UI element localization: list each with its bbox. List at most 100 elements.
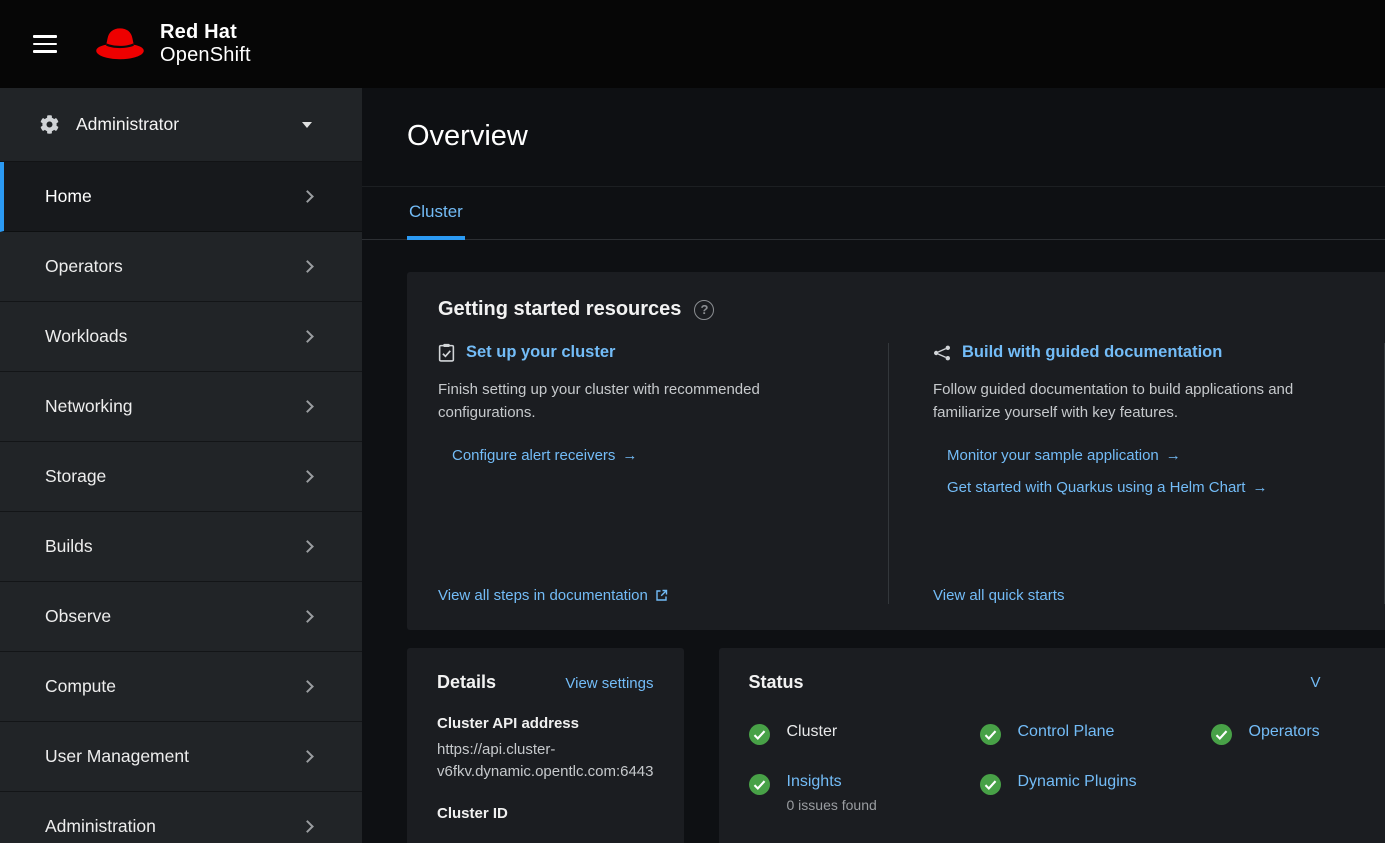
nav-label: Networking <box>45 396 133 417</box>
perspective-switcher[interactable]: Administrator <box>0 88 362 162</box>
chevron-right-icon <box>301 540 314 553</box>
guided-documentation-description: Follow guided documentation to build app… <box>933 378 1344 425</box>
nav-label: Builds <box>45 536 93 557</box>
chevron-right-icon <box>301 680 314 693</box>
details-header: Details View settings <box>437 672 654 693</box>
sidebar-item-networking[interactable]: Networking <box>0 372 362 442</box>
status-item-text: Dynamic Plugins <box>1018 773 1137 791</box>
clipboard-check-icon <box>438 343 455 362</box>
sidebar-item-observe[interactable]: Observe <box>0 582 362 652</box>
nav-items: Home Operators Workloads Networking Stor… <box>0 162 362 843</box>
nav-label: Workloads <box>45 326 127 347</box>
monitor-sample-application-link[interactable]: Monitor your sample application → <box>947 447 1344 464</box>
sidebar-item-compute[interactable]: Compute <box>0 652 362 722</box>
gear-icon <box>40 115 59 134</box>
check-circle-icon <box>980 724 1001 745</box>
insights-link[interactable]: Insights <box>787 773 842 790</box>
nav-toggle-button[interactable] <box>33 33 59 55</box>
redhat-openshift-logo[interactable]: Red Hat OpenShift <box>93 21 251 67</box>
cluster-id-label: Cluster ID <box>437 805 654 822</box>
check-circle-icon <box>749 724 770 745</box>
sidebar-item-administration[interactable]: Administration <box>0 792 362 843</box>
status-header: Status <box>749 672 1385 693</box>
sidebar-item-builds[interactable]: Builds <box>0 512 362 582</box>
chevron-right-icon <box>301 470 314 483</box>
details-card: Details View settings Cluster API addres… <box>407 648 684 843</box>
dynamic-plugins-link[interactable]: Dynamic Plugins <box>1018 773 1137 790</box>
guided-documentation-links: Monitor your sample application → Get st… <box>933 447 1344 496</box>
chevron-right-icon <box>301 400 314 413</box>
chevron-right-icon <box>301 190 314 203</box>
getting-started-columns: Set up your cluster Finish setting up yo… <box>438 343 1385 604</box>
sidebar-item-user-management[interactable]: User Management <box>0 722 362 792</box>
perspective-label: Administrator <box>76 114 179 135</box>
chevron-right-icon <box>301 260 314 273</box>
operators-link[interactable]: Operators <box>1249 723 1320 740</box>
arrow-right-icon: → <box>1166 447 1181 464</box>
status-item-text: Control Plane <box>1018 723 1115 741</box>
route-icon <box>933 345 951 361</box>
nav-label: Home <box>45 186 92 207</box>
view-all-steps-link[interactable]: View all steps in documentation <box>438 567 848 604</box>
cards-row: Details View settings Cluster API addres… <box>407 648 1385 843</box>
getting-started-title: Getting started resources <box>438 298 681 321</box>
insights-issues-count: 0 issues found <box>787 797 877 813</box>
check-circle-icon <box>749 774 770 795</box>
sidebar-item-storage[interactable]: Storage <box>0 442 362 512</box>
sidebar-item-operators[interactable]: Operators <box>0 232 362 302</box>
status-title: Status <box>749 672 804 693</box>
status-view-alerts-link-truncated[interactable]: V <box>1311 674 1321 691</box>
status-item-dynamic-plugins: Dynamic Plugins <box>980 773 1211 813</box>
main-content: Overview Cluster Getting started resourc… <box>362 88 1385 843</box>
guided-documentation-heading: Build with guided documentation <box>933 343 1344 362</box>
openshift-console: Red Hat OpenShift Administrator Home Ope… <box>0 0 1385 843</box>
setup-cluster-links: Configure alert receivers → <box>438 447 848 464</box>
status-item-cluster: Cluster <box>749 723 980 745</box>
chevron-right-icon <box>301 820 314 833</box>
sidebar-item-workloads[interactable]: Workloads <box>0 302 362 372</box>
link-label: View all quick starts <box>933 587 1064 604</box>
check-circle-icon <box>980 774 1001 795</box>
overview-content: Getting started resources ? Se <box>362 240 1385 843</box>
brand-openshift: OpenShift <box>160 44 251 67</box>
view-settings-link[interactable]: View settings <box>565 675 653 692</box>
tab-bar: Cluster <box>362 187 1385 240</box>
tab-cluster[interactable]: Cluster <box>407 187 465 240</box>
check-circle-icon <box>1211 724 1232 745</box>
nav-label: Storage <box>45 466 106 487</box>
caret-down-icon <box>302 122 312 128</box>
getting-started-card: Getting started resources ? Se <box>407 272 1385 630</box>
sidebar-item-home[interactable]: Home <box>0 162 362 232</box>
link-label: View all steps in documentation <box>438 587 648 604</box>
nav-label: User Management <box>45 746 189 767</box>
cluster-api-address-label: Cluster API address <box>437 715 654 732</box>
link-label: Get started with Quarkus using a Helm Ch… <box>947 479 1245 496</box>
link-label: Monitor your sample application <box>947 447 1159 464</box>
masthead: Red Hat OpenShift <box>0 0 1385 88</box>
status-item-operators: Operators <box>1211 723 1385 745</box>
nav-label: Compute <box>45 676 116 697</box>
chevron-right-icon <box>301 330 314 343</box>
details-title: Details <box>437 672 496 693</box>
guided-documentation-link[interactable]: Build with guided documentation <box>962 343 1222 362</box>
cluster-api-address-value: https://api.cluster-v6fkv.dynamic.opentl… <box>437 739 654 783</box>
page-title: Overview <box>407 118 1340 154</box>
status-item-control-plane: Control Plane <box>980 723 1211 745</box>
sidebar-nav: Administrator Home Operators Workloads N… <box>0 88 362 843</box>
view-all-quick-starts-link[interactable]: View all quick starts <box>933 567 1344 604</box>
control-plane-link[interactable]: Control Plane <box>1018 723 1115 740</box>
nav-label: Observe <box>45 606 111 627</box>
help-icon[interactable]: ? <box>694 300 714 320</box>
arrow-right-icon: → <box>1252 479 1267 496</box>
chevron-right-icon <box>301 610 314 623</box>
quarkus-helm-chart-link[interactable]: Get started with Quarkus using a Helm Ch… <box>947 479 1344 496</box>
cluster-id-field: Cluster ID <box>437 805 654 822</box>
page-header: Overview <box>362 88 1385 187</box>
status-item-text: Insights 0 issues found <box>787 773 877 813</box>
brand-redhat: Red Hat <box>160 21 251 44</box>
getting-started-header: Getting started resources ? <box>438 298 1385 321</box>
configure-alert-receivers-link[interactable]: Configure alert receivers → <box>452 447 848 464</box>
setup-cluster-column: Set up your cluster Finish setting up yo… <box>438 343 888 604</box>
setup-cluster-link[interactable]: Set up your cluster <box>466 343 615 362</box>
status-item-insights: Insights 0 issues found <box>749 773 980 813</box>
